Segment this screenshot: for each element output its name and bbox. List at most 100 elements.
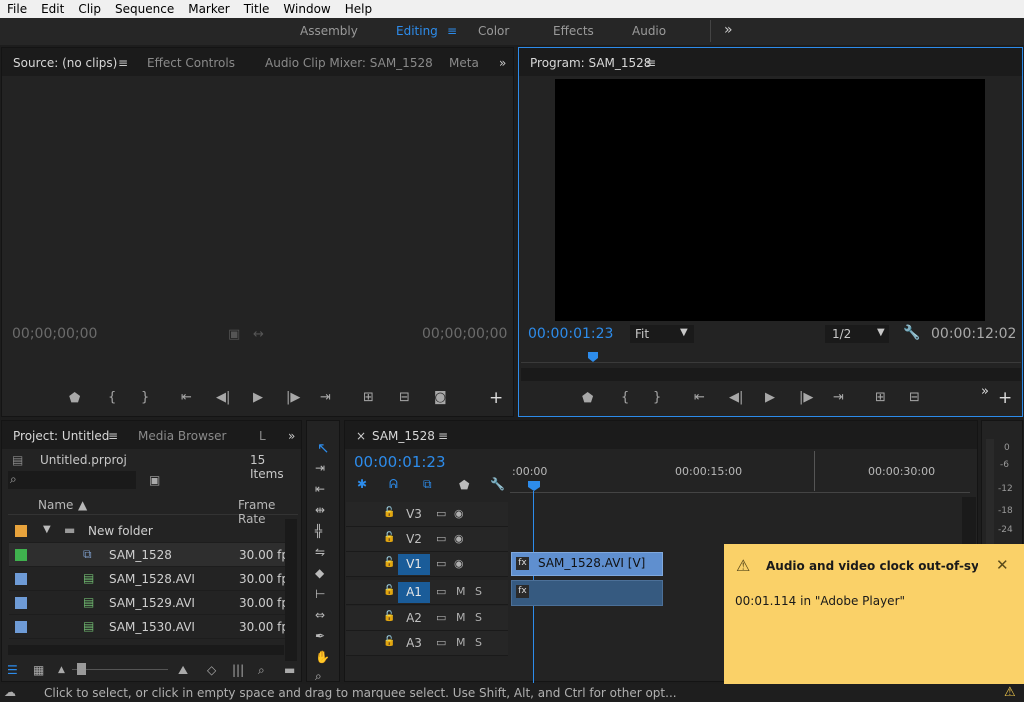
source-play-icon[interactable]: ▶ — [253, 390, 263, 405]
automate-to-sequence-icon[interactable]: ||| — [232, 663, 244, 677]
lock-icon[interactable]: 🔓 — [383, 585, 395, 596]
sort-ascending-icon[interactable]: ▲ — [78, 498, 87, 512]
sync-lock-icon[interactable]: ▭ — [436, 507, 446, 520]
program-settings-wrench-icon[interactable]: 🔧 — [903, 325, 920, 341]
workspace-editing[interactable]: Editing — [396, 24, 438, 38]
lock-icon[interactable]: 🔓 — [383, 611, 395, 622]
close-sequence-icon[interactable]: × — [356, 429, 366, 443]
menu-window[interactable]: Window — [276, 2, 337, 16]
solo-button[interactable]: S — [475, 636, 482, 649]
program-resolution-select[interactable]: 1/2 ▼ — [825, 325, 889, 343]
program-add-button-icon[interactable]: + — [998, 388, 1012, 408]
label-color-swatch[interactable] — [15, 525, 27, 537]
list-item[interactable]: ▼ ▬ New folder — [9, 519, 285, 543]
menu-clip[interactable]: Clip — [71, 2, 108, 16]
clip-video-v1[interactable]: fx SAM_1528.AVI [V] — [511, 552, 663, 576]
rate-stretch-tool-icon[interactable]: ⇋ — [315, 545, 325, 559]
track-header-a3[interactable]: 🔓 A3 ▭ M S — [346, 631, 508, 656]
program-mark-in-icon[interactable]: { — [621, 390, 629, 405]
source-more-tabs-icon[interactable]: » — [499, 56, 506, 70]
track-label[interactable]: A2 — [398, 608, 430, 629]
ripple-edit-tool-icon[interactable]: ⇹ — [315, 503, 325, 517]
add-marker-icon[interactable]: ⬟ — [459, 478, 469, 492]
linked-selection-icon[interactable]: ⧉ — [423, 477, 432, 492]
source-mark-out-icon[interactable]: } — [141, 390, 149, 405]
track-header-a1[interactable]: 🔓 A1 ▭ M S — [346, 580, 508, 605]
track-label[interactable]: V1 — [398, 554, 430, 575]
sort-icons-icon[interactable]: ◇ — [207, 663, 216, 677]
source-timecode-in[interactable]: 00;00;00;00 — [12, 326, 97, 342]
track-header-a2[interactable]: 🔓 A2 ▭ M S — [346, 606, 508, 631]
program-go-to-in-icon[interactable]: ⇤ — [694, 390, 705, 405]
list-item[interactable]: ▤ SAM_1529.AVI 30.00 fps — [9, 591, 285, 615]
project-scrollbar[interactable] — [285, 519, 297, 661]
timeline-playhead-timecode[interactable]: 00:00:01:23 — [354, 453, 446, 471]
eye-icon[interactable]: ◉ — [454, 557, 464, 570]
source-add-button-icon[interactable]: + — [489, 388, 503, 408]
workspace-audio[interactable]: Audio — [632, 24, 666, 38]
timeline-ruler[interactable] — [510, 477, 970, 493]
sync-lock-icon[interactable]: ▭ — [436, 611, 446, 624]
disclosure-triangle-icon[interactable]: ▼ — [43, 524, 51, 535]
lock-icon[interactable]: 🔓 — [383, 532, 395, 543]
project-zoom-slider[interactable] — [72, 669, 168, 670]
column-name[interactable]: Name — [38, 498, 73, 512]
source-go-to-in-icon[interactable]: ⇤ — [181, 390, 192, 405]
sequence-tab-menu-icon[interactable]: ≡ — [438, 429, 448, 443]
icon-view-icon[interactable]: ▦ — [33, 663, 44, 677]
menu-sequence[interactable]: Sequence — [108, 2, 181, 16]
project-search-input[interactable]: ⌕ — [8, 471, 136, 489]
source-insert-icon[interactable]: ⊞ — [363, 390, 374, 405]
track-header-v1[interactable]: 🔓 V1 ▭ ◉ — [346, 552, 508, 577]
program-playhead-timecode[interactable]: 00:00:01:23 — [528, 326, 613, 342]
tab-media-browser[interactable]: Media Browser — [138, 429, 226, 443]
program-play-icon[interactable]: ▶ — [765, 390, 775, 405]
source-drag-audio-icon[interactable]: ↔ — [253, 328, 264, 341]
program-step-forward-icon[interactable]: |▶ — [799, 390, 813, 405]
mute-button[interactable]: M — [456, 636, 466, 649]
source-add-marker-icon[interactable]: ⬟ — [69, 391, 80, 406]
timeline-settings-wrench-icon[interactable]: 🔧 — [490, 477, 505, 491]
tab-program[interactable]: Program: SAM_1528 — [530, 56, 651, 70]
workspace-effects[interactable]: Effects — [553, 24, 594, 38]
track-label[interactable]: A3 — [398, 633, 430, 654]
label-color-swatch[interactable] — [15, 597, 27, 609]
lock-icon[interactable]: 🔓 — [383, 557, 395, 568]
menu-help[interactable]: Help — [338, 2, 379, 16]
program-lift-icon[interactable]: ⊞ — [875, 390, 886, 405]
close-icon[interactable]: ✕ — [996, 556, 1009, 574]
tab-metadata[interactable]: Meta — [449, 56, 479, 70]
tab-sequence[interactable]: SAM_1528 — [372, 429, 435, 443]
slip-tool-icon[interactable]: ⊢ — [315, 587, 325, 601]
tab-audio-clip-mixer[interactable]: Audio Clip Mixer: SAM_1528 — [265, 56, 433, 70]
program-extract-icon[interactable]: ⊟ — [909, 390, 920, 405]
new-bin-icon[interactable]: ▬ — [284, 663, 295, 677]
program-playhead-marker[interactable] — [588, 352, 598, 362]
track-select-tool-icon[interactable]: ⇥ — [315, 461, 325, 475]
workspace-menu-icon[interactable]: ≡ — [447, 24, 457, 38]
clip-audio-a1[interactable]: fx — [511, 580, 663, 606]
razor-tool-icon[interactable]: ◆ — [315, 566, 324, 580]
program-zoom-scrollbar[interactable] — [521, 368, 1021, 381]
menu-file[interactable]: File — [0, 2, 34, 16]
track-label[interactable]: V2 — [398, 529, 430, 550]
mute-button[interactable]: M — [456, 585, 466, 598]
program-time-ruler[interactable] — [521, 348, 1021, 366]
rolling-edit-tool-icon[interactable]: ╬ — [315, 524, 322, 538]
program-add-marker-icon[interactable]: ⬟ — [582, 391, 593, 406]
track-select-backward-tool-icon[interactable]: ⇤ — [315, 482, 325, 496]
tab-libraries[interactable]: L — [259, 429, 266, 443]
new-search-bin-icon[interactable]: ▣ — [149, 473, 160, 487]
list-item[interactable]: ⧉ SAM_1528 30.00 fps — [9, 543, 285, 567]
project-zoom-slider-handle[interactable] — [77, 663, 86, 675]
program-go-to-out-icon[interactable]: ⇥ — [833, 390, 844, 405]
warning-icon[interactable]: ⚠ — [1004, 685, 1016, 700]
menu-edit[interactable]: Edit — [34, 2, 71, 16]
program-mark-out-icon[interactable]: } — [653, 390, 661, 405]
program-video-viewer[interactable] — [555, 79, 985, 321]
source-mark-in-icon[interactable]: { — [108, 390, 116, 405]
lock-icon[interactable]: 🔓 — [383, 507, 395, 518]
solo-button[interactable]: S — [475, 585, 482, 598]
snap-icon[interactable]: ᕱ — [389, 477, 398, 492]
source-go-to-out-icon[interactable]: ⇥ — [320, 390, 331, 405]
